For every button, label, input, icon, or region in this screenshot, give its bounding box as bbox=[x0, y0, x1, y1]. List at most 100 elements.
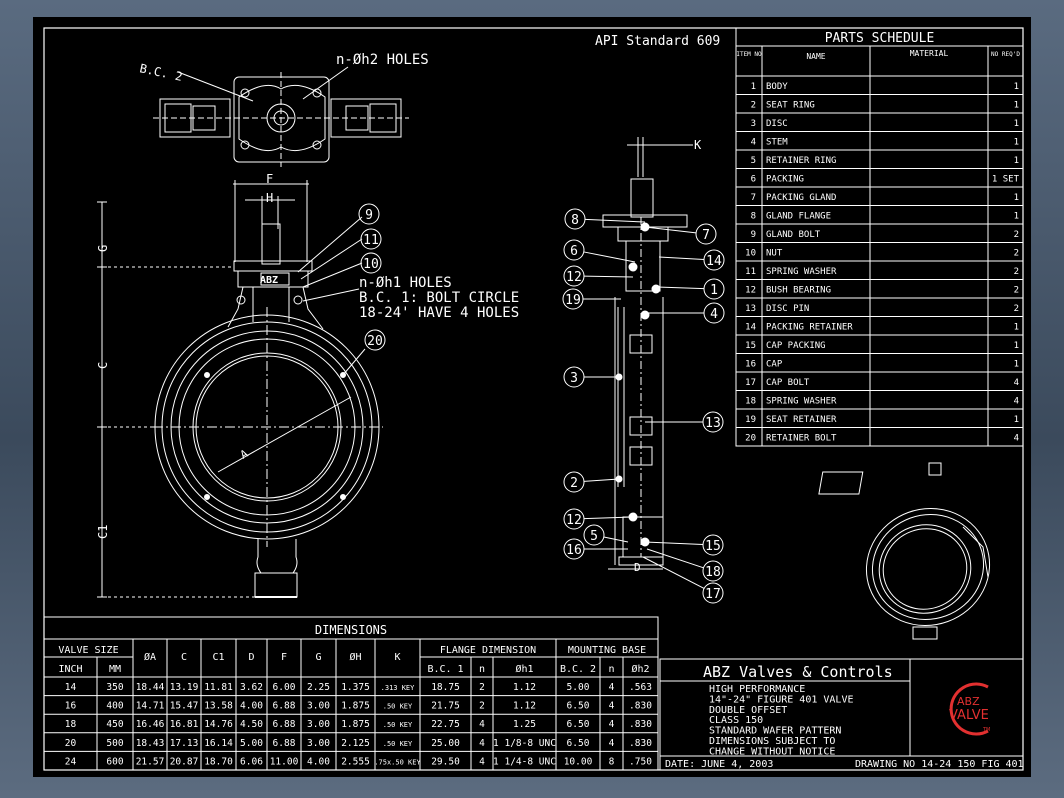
dim-cell: 1.375 bbox=[341, 682, 370, 693]
dim-cell: .50 KEY bbox=[383, 740, 413, 748]
dim-cell: 8 bbox=[609, 756, 615, 767]
dim-cell: 11.00 bbox=[270, 756, 299, 767]
dim-cell: 400 bbox=[106, 701, 123, 712]
balloon-number: 10 bbox=[363, 257, 379, 272]
part-name: SPRING WASHER bbox=[766, 397, 837, 407]
part-qty: 1 bbox=[1014, 323, 1019, 333]
part-name: NUT bbox=[766, 249, 783, 259]
dim-cell: 2.25 bbox=[307, 682, 330, 693]
dim-cell: 350 bbox=[106, 682, 123, 693]
part-qty: 2 bbox=[1014, 304, 1019, 314]
part-name: RETAINER RING bbox=[766, 156, 836, 166]
valve-size-group: VALVE SIZE bbox=[58, 645, 118, 656]
dim-cell: 6.88 bbox=[273, 719, 296, 730]
dim-cell: 2 bbox=[479, 701, 485, 712]
dim-cell: 4.00 bbox=[240, 701, 263, 712]
col-qty: NO REQ'D bbox=[991, 51, 1020, 58]
part-qty: 1 bbox=[1014, 138, 1019, 148]
part-name: CAP BOLT bbox=[766, 378, 810, 388]
dim-cell: 14.76 bbox=[204, 719, 233, 730]
bc2-label: B.C. 2 bbox=[138, 61, 183, 84]
flange-group: FLANGE DIMENSION bbox=[440, 645, 536, 656]
api-standard-label: API Standard 609 bbox=[595, 34, 720, 49]
balloon-number: 8 bbox=[571, 213, 579, 228]
part-item-no: 5 bbox=[751, 156, 756, 166]
abz-body-mark: ABZ bbox=[260, 275, 278, 286]
h1-holes-note: n-Øh1 HOLES bbox=[359, 275, 452, 291]
part-qty: 2 bbox=[1014, 230, 1019, 240]
dim-cell: 15.47 bbox=[170, 701, 199, 712]
dim-cell: 20.87 bbox=[170, 756, 199, 767]
dim-cell: 450 bbox=[106, 719, 123, 730]
part-qty: 1 bbox=[1014, 156, 1019, 166]
section-view bbox=[602, 137, 693, 570]
dim-cell: 4.50 bbox=[240, 719, 263, 730]
part-qty: 1 SET bbox=[992, 175, 1020, 185]
dim-g-label: G bbox=[96, 245, 110, 252]
dim-cell: .830 bbox=[629, 738, 652, 749]
part-item-no: 6 bbox=[751, 175, 756, 185]
drawing-sheet: API Standard 609 B.C. 2 n-Øh2 HOLES F H … bbox=[33, 17, 1031, 777]
col-material: MATERIAL bbox=[910, 49, 949, 58]
dim-cell: 4 bbox=[479, 738, 485, 749]
dim-f-label: F bbox=[266, 172, 273, 186]
dim-col-header: ØH bbox=[349, 651, 361, 663]
balloon-number: 2 bbox=[570, 476, 578, 491]
dim-cell: 24 bbox=[65, 756, 77, 767]
dim-cell: 4 bbox=[479, 756, 485, 767]
parts-schedule: PARTS SCHEDULE ITEM NO NAME MATERIAL NO REQ'… bbox=[735, 27, 1024, 447]
part-qty: 1 bbox=[1014, 101, 1019, 111]
dim-cell: 18.70 bbox=[204, 756, 233, 767]
part-name: PACKING bbox=[766, 175, 804, 185]
dim-cell: 600 bbox=[106, 756, 123, 767]
part-name: CAP bbox=[766, 360, 783, 370]
dim-col-header: B.C. 1 bbox=[427, 664, 463, 675]
col-name: NAME bbox=[806, 52, 825, 61]
company-name: ABZ Valves & Controls bbox=[703, 663, 893, 681]
logo-valve-text: VALVE bbox=[949, 708, 989, 723]
dim-cell: 2 bbox=[479, 682, 485, 693]
dim-cell: 17.13 bbox=[170, 738, 199, 749]
balloon-number: 11 bbox=[363, 233, 379, 248]
dim-cell: 3.00 bbox=[307, 738, 330, 749]
part-item-no: 2 bbox=[751, 101, 756, 111]
balloon-number: 7 bbox=[702, 228, 710, 243]
dim-cell: 4.00 bbox=[307, 756, 330, 767]
part-name: RETAINER BOLT bbox=[766, 434, 837, 444]
dim-cell: 1.25 bbox=[513, 719, 536, 730]
dim-cell: 18.75 bbox=[431, 682, 460, 693]
dim-cell: 11.81 bbox=[204, 682, 233, 693]
dim-cell: 6.88 bbox=[273, 701, 296, 712]
part-qty: 4 bbox=[1014, 378, 1019, 388]
dim-col-header: n bbox=[479, 664, 485, 675]
part-name: GLAND BOLT bbox=[766, 230, 821, 240]
dim-cell: 25.00 bbox=[431, 738, 460, 749]
front-view bbox=[97, 180, 383, 598]
part-name: SEAT RETAINER bbox=[766, 415, 837, 425]
part-qty: 2 bbox=[1014, 286, 1019, 296]
dim-col-header: D bbox=[248, 652, 254, 663]
balloon-number: 4 bbox=[710, 307, 718, 322]
description-line: CLASS 150 bbox=[709, 715, 763, 726]
dim-col-header: G bbox=[315, 652, 321, 663]
dim-cell: .750 bbox=[629, 756, 652, 767]
dim-cell: 3.62 bbox=[240, 682, 263, 693]
dim-cell: 1 1/4-8 UNC bbox=[493, 756, 556, 767]
part-qty: 1 bbox=[1014, 212, 1019, 222]
balloon-number: 17 bbox=[705, 587, 721, 602]
dim-col-header: F bbox=[281, 652, 287, 663]
balloon-number: 5 bbox=[590, 529, 598, 544]
dim-cell: 2.125 bbox=[341, 738, 370, 749]
part-qty: 1 bbox=[1014, 341, 1019, 351]
balloon-number: 12 bbox=[566, 270, 582, 285]
part-name: CAP PACKING bbox=[766, 341, 826, 351]
dim-c1-label: C1 bbox=[96, 525, 110, 539]
dimensions-title: DIMENSIONS bbox=[315, 623, 387, 637]
dim-col-header: INCH bbox=[58, 664, 82, 675]
part-name: DISC bbox=[766, 119, 788, 129]
dim-cell: .563 bbox=[629, 682, 652, 693]
description-line: STANDARD WAFER PATTERN bbox=[709, 726, 841, 737]
part-item-no: 8 bbox=[751, 212, 756, 222]
dim-cell: 20 bbox=[65, 738, 77, 749]
balloon-number: 18 bbox=[705, 565, 721, 580]
